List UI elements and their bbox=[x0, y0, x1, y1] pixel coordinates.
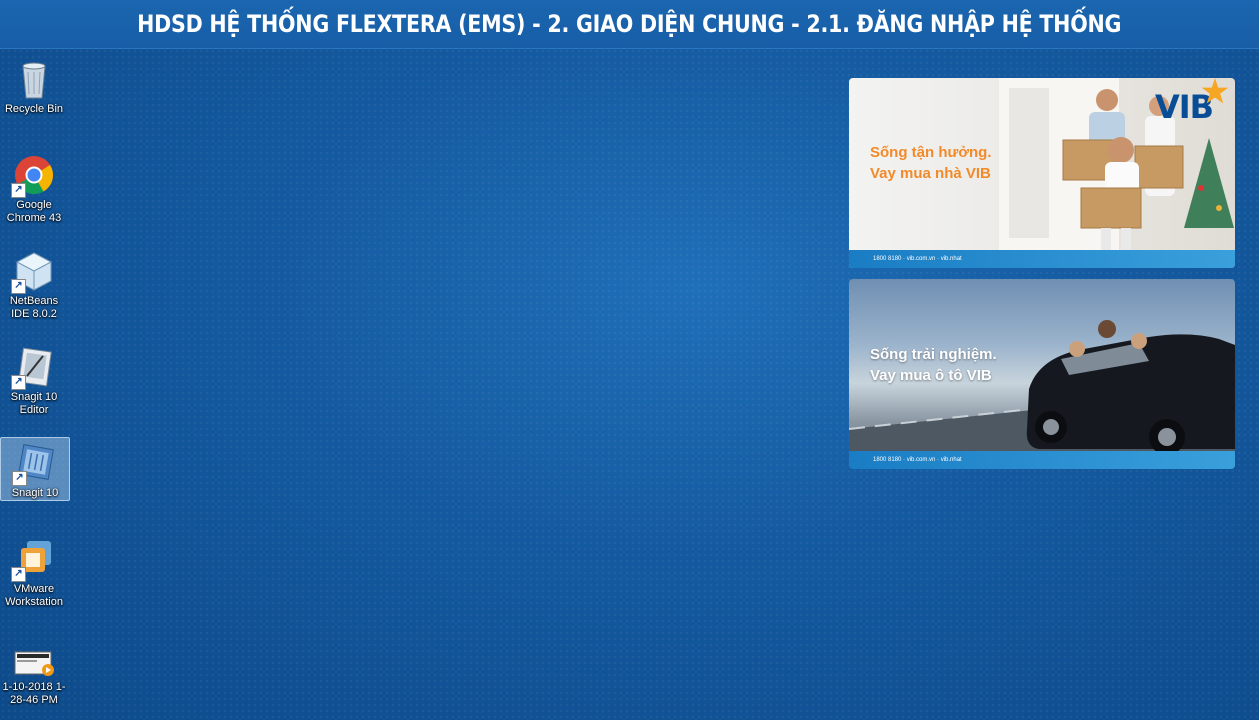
desktop-icon-snagit[interactable]: ↗ Snagit 10 bbox=[0, 437, 70, 501]
desktop-icon-recycle-bin[interactable]: Recycle Bin bbox=[0, 54, 68, 116]
video-file-icon bbox=[13, 648, 55, 678]
desktop-icon-label: Snagit 10 bbox=[11, 487, 59, 499]
recycle-bin-icon bbox=[13, 58, 55, 100]
shortcut-arrow-icon: ↗ bbox=[11, 279, 26, 294]
desktop-icon-label: VMware Workstation bbox=[5, 583, 63, 608]
desktop-icon-label: Google Chrome 43 bbox=[6, 199, 62, 224]
snagit-icon: ↗ bbox=[12, 442, 56, 486]
desktop-icon-label: 1-10-2018 1-28-46 PM bbox=[2, 681, 66, 706]
vmware-icon: ↗ bbox=[11, 538, 55, 582]
vib-home-loan-ad[interactable]: VIB Sống tận hưởng. Vay mua nhà VIB 1800… bbox=[849, 78, 1235, 268]
vib-car-loan-ad[interactable]: Sống trải nghiệm. Vay mua ô tô VIB 1800 … bbox=[849, 279, 1235, 469]
shortcut-arrow-icon: ↗ bbox=[11, 375, 26, 390]
desktop-icon-video-file[interactable]: 1-10-2018 1-28-46 PM bbox=[0, 644, 68, 720]
desktop-icon-chrome[interactable]: ↗ Google Chrome 43 bbox=[0, 150, 68, 228]
title-banner: HDSD HỆ THỐNG FLEXTERA (EMS) - 2. GIAO D… bbox=[0, 0, 1259, 49]
vib-star-logo-icon bbox=[1201, 78, 1229, 104]
netbeans-icon: ↗ bbox=[11, 250, 55, 294]
shortcut-arrow-icon: ↗ bbox=[11, 183, 26, 198]
ad-footer: 1800 8180 · vib.com.vn · vib.nhat bbox=[849, 451, 1235, 469]
desktop-icon-label: Recycle Bin bbox=[4, 103, 64, 115]
ad-caption: Sống tận hưởng. Vay mua nhà VIB bbox=[870, 144, 992, 182]
desktop-icon-snagit-editor[interactable]: ↗ Snagit 10 Editor bbox=[0, 342, 68, 420]
shortcut-arrow-icon: ↗ bbox=[11, 567, 26, 582]
desktop-icon-label: Snagit 10 Editor bbox=[10, 391, 58, 416]
ad-caption: Sống trải nghiệm. Vay mua ô tô VIB bbox=[870, 346, 997, 384]
desktop-icon-netbeans[interactable]: ↗ NetBeans IDE 8.0.2 bbox=[0, 246, 68, 324]
desktop-icon-vmware[interactable]: ↗ VMware Workstation bbox=[0, 534, 68, 612]
chrome-icon: ↗ bbox=[11, 154, 55, 198]
snagit-editor-icon: ↗ bbox=[11, 346, 55, 390]
desktop-icon-label: NetBeans IDE 8.0.2 bbox=[9, 295, 59, 320]
shortcut-arrow-icon: ↗ bbox=[12, 471, 27, 486]
ad-footer: 1800 8180 · vib.com.vn · vib.nhat bbox=[849, 250, 1235, 268]
page-title: HDSD HỆ THỐNG FLEXTERA (EMS) - 2. GIAO D… bbox=[137, 10, 1122, 38]
